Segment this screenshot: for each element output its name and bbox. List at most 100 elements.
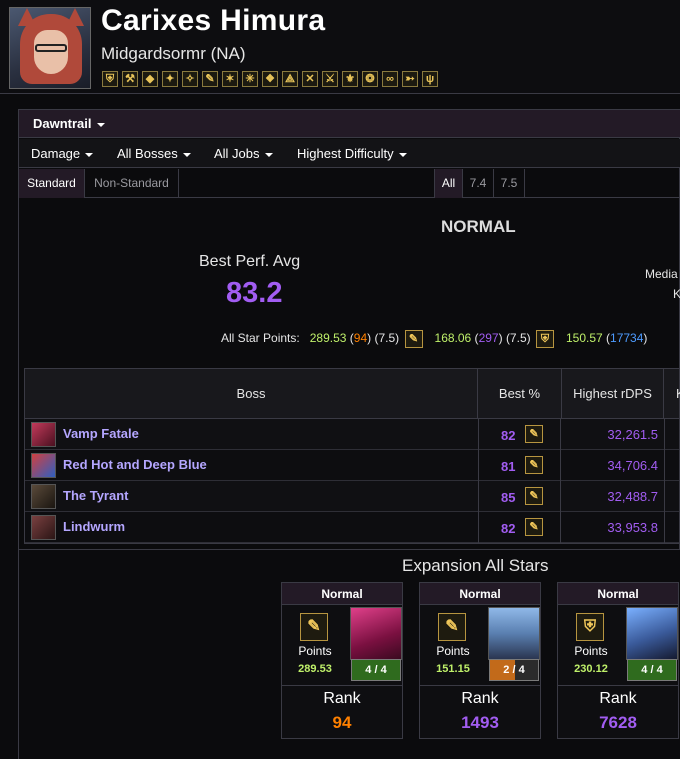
tab-patch-7-4[interactable]: 7.4 xyxy=(463,169,494,198)
boss-name[interactable]: The Tyrant xyxy=(63,488,129,503)
highest-rdps: 33,953.8 xyxy=(607,520,658,535)
best-cell: 81 ✎ xyxy=(478,450,561,481)
sage-icon[interactable]: ✳ xyxy=(242,71,258,87)
tab-standard[interactable]: Standard xyxy=(19,169,85,198)
rank-block: Rank 1493 xyxy=(420,685,540,738)
all-star-points: All Star Points: 289.53 (94) (7.5) ✎ 168… xyxy=(221,330,647,348)
samurai-icon[interactable]: ⚔ xyxy=(322,71,338,87)
bard-icon[interactable]: ∞ xyxy=(382,71,398,87)
scholar-icon[interactable]: ✎ xyxy=(202,71,218,87)
dancer-icon[interactable]: ψ xyxy=(422,71,438,87)
character-name: Carixes Himura xyxy=(101,4,326,37)
sage-icon[interactable]: ✎ xyxy=(404,330,423,348)
darkknight-icon[interactable]: ◆ xyxy=(142,71,158,87)
bosses-dropdown[interactable]: All Bosses xyxy=(117,146,191,161)
kill-progress: 4 / 4 xyxy=(351,659,401,681)
points-value: 289.53 xyxy=(298,663,332,675)
all-star-rank: 94 xyxy=(353,331,368,346)
header-rdps[interactable]: Highest rDPS xyxy=(562,369,664,419)
ninja-icon[interactable]: ✕ xyxy=(302,71,318,87)
points-label: Points xyxy=(574,644,608,658)
whitemage-icon[interactable]: ✧ xyxy=(182,71,198,87)
all-star-card[interactable]: Normal ⛨ Points 230.12 4 / 4 Rank 7628 xyxy=(557,582,679,739)
tab-non-standard[interactable]: Non-Standard xyxy=(85,169,179,198)
best-cell: 85 ✎ xyxy=(478,481,561,512)
gunbreaker-icon[interactable]: ✦ xyxy=(162,71,178,87)
rank-block: Rank 94 xyxy=(282,685,402,738)
best-percent: 82 xyxy=(501,521,516,536)
sage-icon[interactable]: ✎ xyxy=(525,456,543,474)
monk-icon[interactable]: ❖ xyxy=(262,71,278,87)
table-row[interactable]: Red Hot and Deep Blue 81 ✎ 34,706.4 xyxy=(25,450,679,481)
tab-patch-7-5[interactable]: 7.5 xyxy=(494,169,525,198)
boss-thumbnail xyxy=(31,422,56,447)
kill-progress: 2 / 4 xyxy=(489,659,539,681)
boss-name[interactable]: Red Hot and Deep Blue xyxy=(63,457,207,472)
best-cell: 82 ✎ xyxy=(478,512,561,543)
all-star-patch: (7.5) xyxy=(505,331,531,346)
card-difficulty: Normal xyxy=(282,583,402,605)
boss-thumbnail xyxy=(31,484,56,509)
warrior-icon[interactable]: ⚒ xyxy=(122,71,138,87)
boss-name[interactable]: Vamp Fatale xyxy=(63,426,139,441)
points-value: 230.12 xyxy=(574,663,608,675)
boss-name[interactable]: Lindwurm xyxy=(63,519,125,534)
rank-value: 1493 xyxy=(461,713,499,732)
zone-image xyxy=(488,607,540,660)
astrologian-icon[interactable]: ✶ xyxy=(222,71,238,87)
sage-icon[interactable]: ✎ xyxy=(525,425,543,443)
best-perf-value: 83.2 xyxy=(226,277,283,309)
sage-icon[interactable]: ✎ xyxy=(525,487,543,505)
expansion-dropdown[interactable]: Dawntrail xyxy=(33,116,105,131)
boss-thumbnail xyxy=(31,515,56,540)
all-star-card[interactable]: Normal ✎ Points 289.53 4 / 4 Rank 94 xyxy=(281,582,403,739)
jobs-dropdown[interactable]: All Jobs xyxy=(214,146,273,161)
zone-image xyxy=(350,607,402,660)
paladin-icon[interactable]: ⛨ xyxy=(535,330,554,348)
reaper-icon[interactable]: ⚜ xyxy=(342,71,358,87)
rank-label: Rank xyxy=(461,690,499,707)
card-difficulty: Normal xyxy=(558,583,678,605)
character-avatar[interactable] xyxy=(9,7,91,89)
table-row[interactable]: Vamp Fatale 82 ✎ 32,261.5 xyxy=(25,419,679,450)
machinist-icon[interactable]: ➳ xyxy=(402,71,418,87)
boss-thumbnail xyxy=(31,453,56,478)
all-star-card[interactable]: Normal ✎ Points 151.15 2 / 4 Rank 1493 xyxy=(419,582,541,739)
best-percent: 85 xyxy=(501,490,516,505)
kills-label: K xyxy=(673,287,680,301)
all-star-points-value: 289.53 xyxy=(309,331,347,346)
kills-cell xyxy=(664,481,680,512)
header-boss[interactable]: Boss xyxy=(25,369,478,419)
all-star-points-value: 168.06 xyxy=(434,331,472,346)
viper-icon[interactable]: ❂ xyxy=(362,71,378,87)
highest-rdps: 34,706.4 xyxy=(607,458,658,473)
rank-value: 94 xyxy=(332,713,352,732)
metric-dropdown[interactable]: Damage xyxy=(31,146,94,161)
rank-label: Rank xyxy=(323,690,361,707)
all-star-label: All Star Points: xyxy=(221,331,300,346)
card-difficulty: Normal xyxy=(420,583,540,605)
median-label: Media xyxy=(645,267,678,281)
all-stars-title: Expansion All Stars xyxy=(402,556,549,575)
zone-image xyxy=(626,607,678,660)
header-k[interactable]: K xyxy=(664,369,680,419)
dragoon-icon[interactable]: ⟁ xyxy=(282,71,298,87)
job-icon-list: ⛨ ⚒ ◆ ✦ ✧ ✎ ✶ ✳ ❖ ⟁ ✕ ⚔ ⚜ ❂ ∞ ➳ ψ xyxy=(102,71,438,87)
best-perf-label: Best Perf. Avg xyxy=(199,253,301,270)
points-label: Points xyxy=(298,644,332,658)
best-cell: 82 ✎ xyxy=(478,419,561,450)
rank-label: Rank xyxy=(599,690,637,707)
toggle-bar: Standard Non-Standard All 7.4 7.5 xyxy=(19,169,680,198)
table-row[interactable]: The Tyrant 85 ✎ 32,488.7 xyxy=(25,481,679,512)
paladin-icon[interactable]: ⛨ xyxy=(102,71,118,87)
table-header: Boss Best % Highest rDPS K xyxy=(25,369,680,419)
tab-patch-all[interactable]: All xyxy=(434,169,463,198)
sage-icon: ✎ xyxy=(438,613,466,641)
expansion-bar: Dawntrail xyxy=(19,110,680,138)
difficulty-title: NORMAL xyxy=(441,217,516,236)
table-row[interactable]: Lindwurm 82 ✎ 33,953.8 xyxy=(25,512,679,543)
sage-icon[interactable]: ✎ xyxy=(525,518,543,536)
difficulty-dropdown[interactable]: Highest Difficulty xyxy=(297,146,407,161)
character-server[interactable]: Midgardsormr (NA) xyxy=(101,44,246,64)
header-best[interactable]: Best % xyxy=(478,369,562,419)
